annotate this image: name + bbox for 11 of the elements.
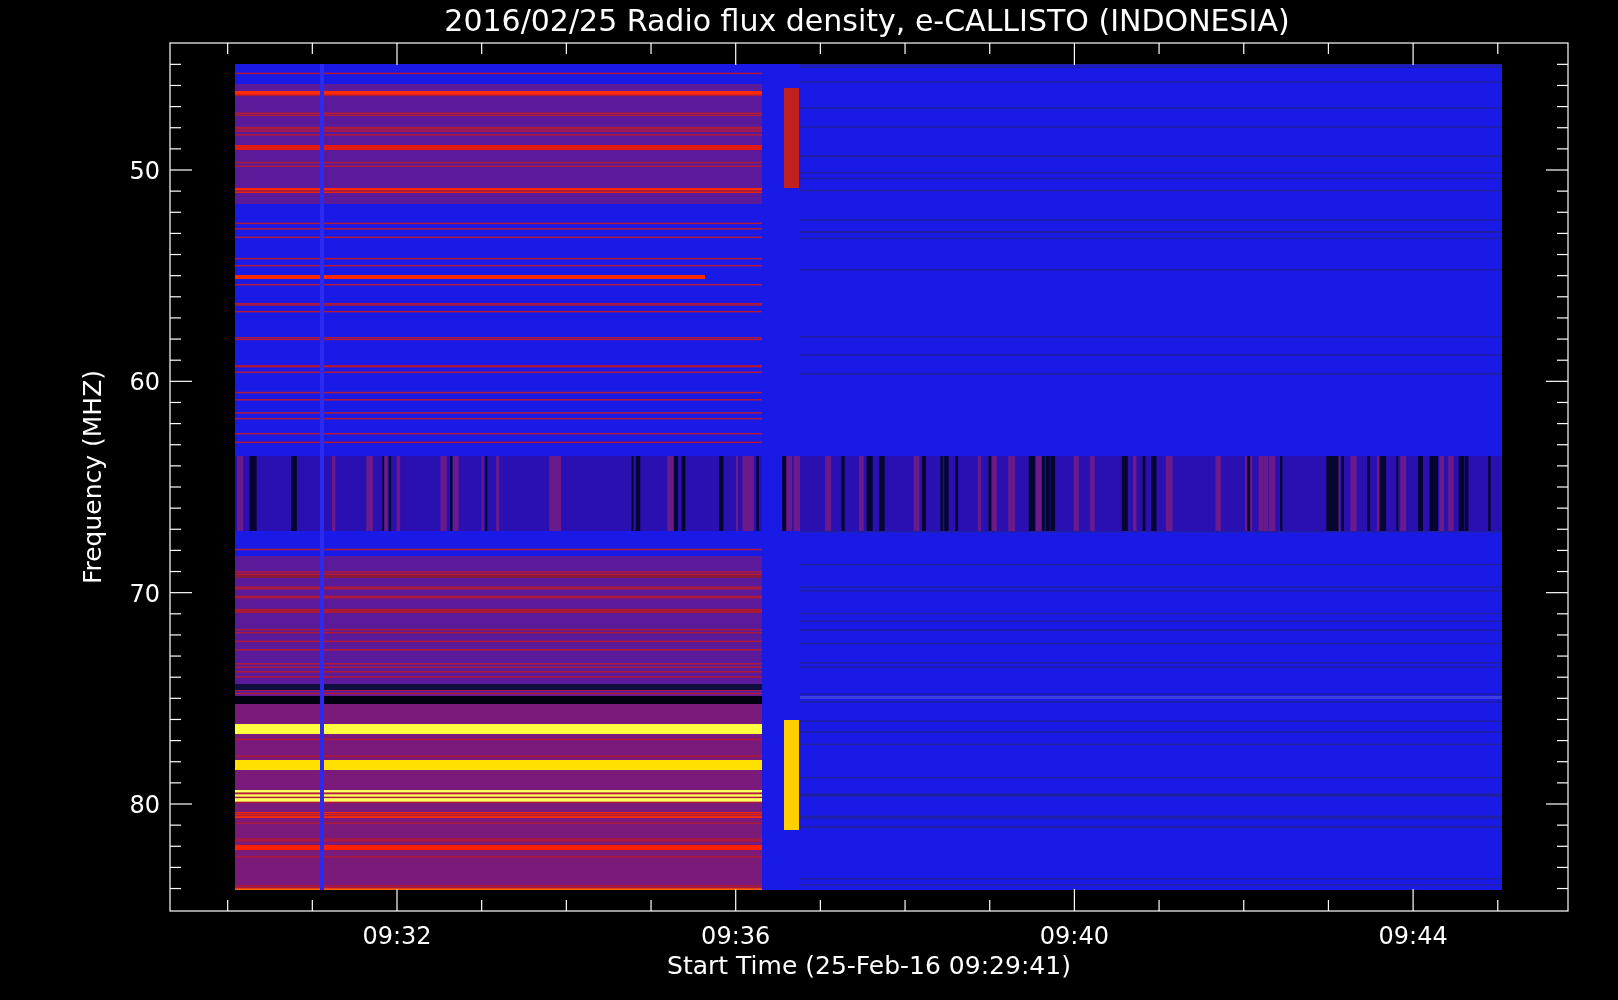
axis-title: Frequency (MHZ) — [78, 369, 107, 585]
tick-label: 60 — [129, 368, 160, 397]
chart-title: 2016/02/25 Radio flux density, e-CALLISTO (INDONESIA) — [444, 3, 1290, 38]
tick-label: 09:40 — [1039, 922, 1109, 950]
tick-label: 50 — [129, 157, 160, 185]
tick-label: 70 — [129, 579, 160, 608]
tick-label: 09:36 — [701, 922, 771, 950]
tick-label: 80 — [129, 790, 160, 819]
axis-title: Start Time (25-Feb-16 09:29:41) — [667, 951, 1071, 980]
tick-label: 09:44 — [1378, 922, 1448, 950]
tick-label: 09:32 — [362, 922, 432, 950]
